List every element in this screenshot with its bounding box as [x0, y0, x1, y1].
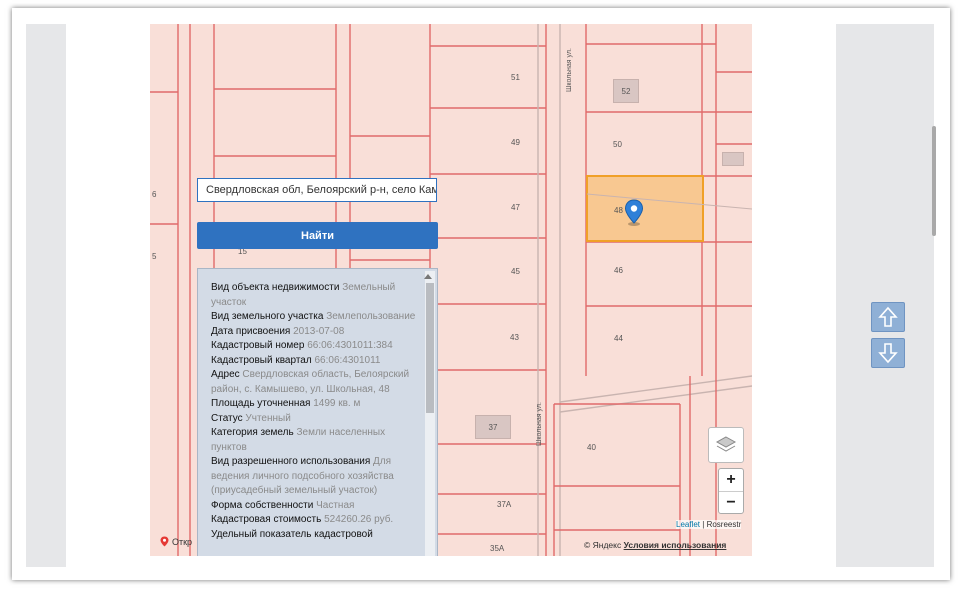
info-row: Статус Учтенный [211, 412, 421, 427]
info-row: Удельный показатель кадастровой [211, 528, 421, 543]
info-row: Дата присвоения 2013-07-08 [211, 325, 421, 340]
info-row-label: Удельный показатель кадастровой [211, 528, 373, 540]
layers-button[interactable] [708, 427, 744, 463]
info-row-label: Вид земельного участка [211, 311, 324, 322]
parcel-info-list: Вид объекта недвижимости Земельный участ… [211, 281, 421, 542]
info-row-value: 524260.26 руб. [324, 514, 394, 525]
map-pin-icon[interactable] [624, 199, 644, 227]
info-row: Кадастровая стоимость 524260.26 руб. [211, 513, 421, 528]
lot-number: 6 [152, 190, 157, 199]
info-row: Площадь уточненная 1499 кв. м [211, 397, 421, 412]
zoom-control: + − [718, 468, 744, 514]
info-row-label: Кадастровый номер [211, 340, 305, 351]
address-search-input[interactable]: Свердловская обл, Белоярский р-н, село К… [197, 178, 437, 202]
info-row-value: Землепользование [326, 311, 416, 322]
arrow-down-icon [878, 343, 898, 364]
yandex-copyright: © Яндекс Условия использования [584, 540, 726, 550]
lot-number: 47 [511, 203, 520, 212]
lot-number-badge: 37 [475, 415, 511, 439]
left-gutter [26, 24, 66, 567]
layers-icon [715, 436, 737, 452]
info-row-label: Кадастровый квартал [211, 354, 312, 366]
zoom-out-button[interactable]: − [719, 492, 743, 514]
rosreestr-link[interactable]: Rosreestr [707, 520, 742, 529]
info-row-value: 66:06:4301011:384 [307, 340, 393, 351]
yandex-copyright-text: © Яндекс [584, 540, 622, 550]
info-row: Вид разрешенного использования Для веден… [211, 455, 421, 499]
terms-of-use-link[interactable]: Условия использования [624, 540, 727, 550]
info-row-label: Вид объекта недвижимости [211, 282, 340, 293]
lot-number: 49 [511, 138, 520, 147]
scroll-arrow-up-icon[interactable] [424, 274, 432, 279]
info-row-label: Вид разрешенного использования [211, 456, 371, 467]
right-gutter [836, 24, 934, 567]
info-row: Категория земель Земли населенных пункто… [211, 426, 421, 455]
zoom-in-button[interactable]: + [719, 469, 743, 492]
info-row-label: Дата присвоения [211, 325, 291, 337]
lot-number-badge: 52 [613, 79, 639, 103]
info-row: Адрес Свердловская область, Белоярский р… [211, 368, 421, 397]
location-marker-icon [160, 536, 169, 547]
info-row-label: Кадастровая стоимость [211, 514, 322, 525]
lot-number: 43 [510, 333, 519, 342]
info-row-label: Категория земель [211, 427, 294, 438]
open-link-label: Откр [172, 536, 193, 547]
lot-number: 48 [614, 206, 623, 215]
info-row-label: Статус [211, 412, 243, 424]
info-row: Вид объекта недвижимости Земельный участ… [211, 281, 421, 310]
lot-number: 50 [613, 140, 622, 149]
lot-number: 35А [490, 544, 505, 553]
info-row-value: Частная [316, 499, 355, 511]
cadastral-map[interactable]: 51 49 47 45 43 52 50 48 46 44 37 40 37А … [150, 24, 752, 556]
info-row-value: 66:06:4301011 [314, 354, 381, 366]
lot-number: 37А [497, 500, 512, 509]
info-row: Кадастровый квартал 66:06:4301011 [211, 354, 421, 369]
street-label: Школьная ул. [536, 402, 543, 446]
lot-number: 51 [511, 73, 520, 82]
lot-marker [722, 152, 744, 166]
leaflet-link[interactable]: Leaflet [676, 520, 700, 529]
open-in-yandex-link[interactable]: Откр [160, 536, 192, 547]
arrow-up-icon [878, 306, 898, 327]
info-scrollbar-thumb[interactable] [426, 283, 434, 413]
parcel-info-panel: Вид объекта недвижимости Земельный участ… [197, 268, 438, 556]
info-row: Вид земельного участка Землепользование [211, 310, 421, 325]
info-row-value: 1499 кв. м [313, 398, 361, 409]
street-label: Школьная ул. [566, 48, 573, 92]
find-button[interactable]: Найти [197, 222, 438, 249]
lot-number: 45 [511, 267, 520, 276]
info-row-label: Площадь уточненная [211, 398, 311, 409]
scroll-down-button[interactable] [871, 338, 905, 368]
page-scrollbar[interactable] [932, 126, 936, 236]
info-row-label: Форма собственности [211, 499, 314, 511]
lot-number: 40 [587, 443, 596, 452]
info-row: Кадастровый номер 66:06:4301011:384 [211, 339, 421, 354]
lot-number: 44 [614, 334, 623, 343]
info-row-value: 2013-07-08 [293, 325, 345, 337]
info-row-value: Учтенный [245, 412, 291, 424]
info-row-value: Свердловская область, Белоярский район, … [211, 369, 410, 395]
info-row-label: Адрес [211, 369, 240, 380]
lot-number: 5 [152, 252, 157, 261]
scroll-up-button[interactable] [871, 302, 905, 332]
lot-number: 46 [614, 266, 623, 275]
info-row: Форма собственности Частная [211, 499, 421, 514]
map-attribution: Leaflet | Rosreestr [676, 520, 742, 529]
